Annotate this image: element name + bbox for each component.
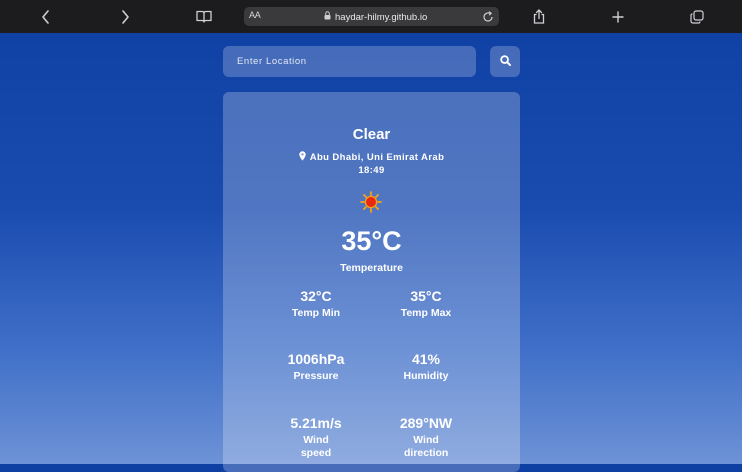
plus-icon[interactable]	[603, 0, 633, 33]
forward-icon[interactable]	[110, 0, 140, 33]
search-button[interactable]	[490, 46, 520, 77]
text-size-button[interactable]: AA	[249, 10, 261, 20]
stat-label: Wind direction	[404, 434, 449, 459]
wind-direction-stat: 289°NW Wind direction	[381, 415, 471, 460]
current-temperature: 35°C	[341, 226, 402, 256]
stat-label: Temp Max	[400, 307, 452, 319]
pressure-stat: 1006hPa Pressure	[271, 351, 361, 383]
weather-condition: Clear	[352, 126, 391, 143]
stat-label: Humidity	[403, 370, 449, 382]
location-name: Abu Dhabi, Uni Emirat Arab	[309, 152, 445, 163]
temp-min-stat: 32°C Temp Min	[271, 288, 361, 320]
local-time: 18:49	[358, 165, 385, 176]
browser-toolbar: AA haydar-hilmy.github.io	[0, 0, 742, 33]
search-icon	[499, 53, 511, 71]
stat-value: 41%	[411, 351, 441, 367]
weather-card: Clear Abu Dhabi, Uni Emirat Arab 18:49 3…	[223, 92, 520, 472]
temp-max-stat: 35°C Temp Max	[381, 288, 471, 320]
lock-icon	[324, 11, 331, 23]
reload-icon[interactable]	[482, 10, 494, 28]
stat-label: Temp Min	[291, 307, 341, 319]
wind-speed-stat: 5.21m/s Wind speed	[271, 415, 361, 460]
tabs-icon[interactable]	[682, 0, 712, 33]
humidity-stat: 41% Humidity	[381, 351, 471, 383]
stat-value: 35°C	[410, 288, 442, 304]
book-icon[interactable]	[189, 0, 219, 33]
stat-label: Wind speed	[300, 434, 332, 459]
location-line: Abu Dhabi, Uni Emirat Arab	[223, 151, 520, 164]
url-text: haydar-hilmy.github.io	[335, 11, 428, 23]
stat-value: 5.21m/s	[290, 415, 342, 431]
share-icon[interactable]	[524, 0, 554, 33]
back-icon[interactable]	[31, 0, 61, 33]
temperature-label: Temperature	[340, 262, 403, 274]
sun-icon	[360, 191, 382, 213]
stat-value: 289°NW	[399, 415, 453, 431]
location-input[interactable]	[223, 46, 476, 77]
stat-value: 32°C	[300, 288, 332, 304]
stat-value: 1006hPa	[287, 351, 345, 367]
stat-label: Pressure	[293, 370, 339, 382]
address-bar[interactable]: AA haydar-hilmy.github.io	[244, 7, 499, 26]
map-pin-icon	[298, 151, 306, 164]
